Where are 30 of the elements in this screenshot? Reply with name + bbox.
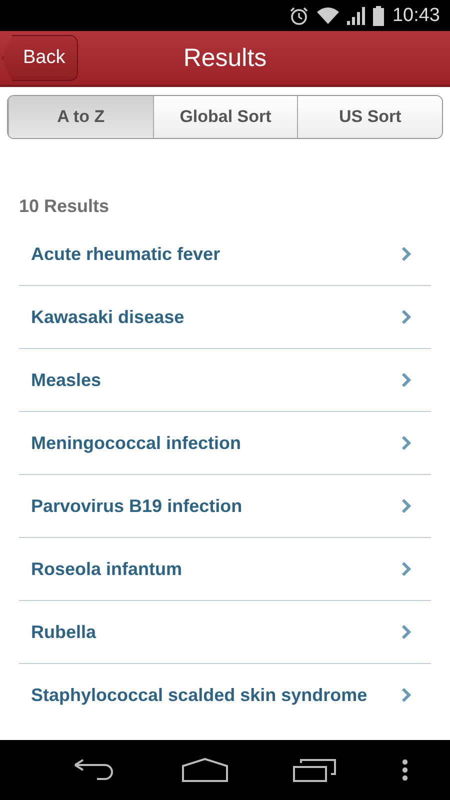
sort-tab[interactable]: US Sort xyxy=(297,96,442,138)
alarm-icon xyxy=(289,6,310,26)
screen-title: Results xyxy=(183,44,267,72)
back-button[interactable]: Back xyxy=(2,35,78,81)
result-item[interactable]: Kawasaki disease xyxy=(19,286,431,349)
result-item[interactable]: Staphylococcal scalded skin syndrome xyxy=(19,664,431,726)
result-item[interactable]: Measles xyxy=(19,349,431,412)
result-item[interactable]: Roseola infantum xyxy=(19,538,431,601)
result-item[interactable]: Parvovirus B19 infection xyxy=(19,475,431,538)
home-icon[interactable] xyxy=(182,758,228,782)
chevron-icon xyxy=(401,687,411,703)
chevron-icon xyxy=(401,498,411,514)
clock-time: 10:43 xyxy=(392,4,440,26)
battery-icon xyxy=(373,6,384,26)
wifi-icon xyxy=(317,7,340,24)
results-count: 10 Results xyxy=(19,196,110,217)
chevron-icon xyxy=(401,309,411,325)
sort-tab[interactable]: A to Z xyxy=(8,96,153,138)
chevron-icon xyxy=(401,372,411,388)
chevron-icon xyxy=(401,435,411,451)
result-item[interactable]: Rubella xyxy=(19,601,431,664)
chevron-icon xyxy=(401,624,411,640)
sort-tab[interactable]: Global Sort xyxy=(152,96,298,138)
chevron-icon xyxy=(401,561,411,577)
more-options-icon[interactable] xyxy=(402,759,408,781)
recent-apps-icon[interactable] xyxy=(292,758,336,782)
chevron-icon xyxy=(401,246,411,262)
result-item[interactable]: Acute rheumatic fever xyxy=(19,223,431,286)
result-item[interactable]: Meningococcal infection xyxy=(19,412,431,475)
signal-icon xyxy=(347,6,366,24)
